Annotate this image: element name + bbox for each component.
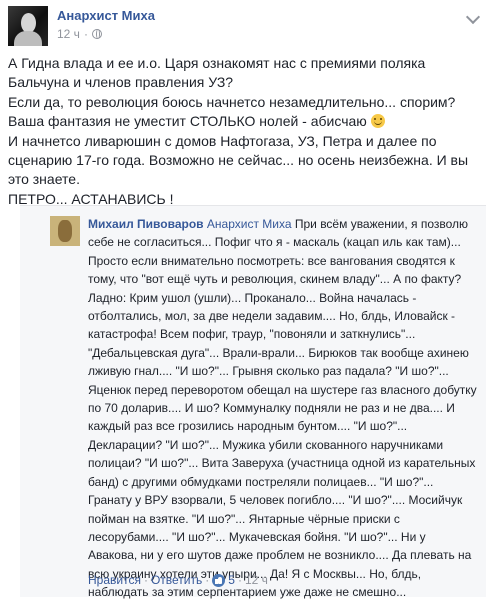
chevron-down-icon[interactable] [465,9,481,25]
comment-text: Михаил Пивоваров Анархист Миха При всём … [88,215,478,602]
post-line: Ваша фантазия не уместит СТОЛЬКО нолей -… [8,112,478,131]
comment-time[interactable]: 12 ч [245,573,268,587]
post-meta: 12 ч · [57,27,102,41]
comment-author[interactable]: Михаил Пивоваров [88,217,204,231]
post-header: Анархист Миха 12 ч · [8,6,481,48]
like-button[interactable]: Нравится [88,573,141,587]
commenter-avatar-figure [58,220,72,242]
comment-mention[interactable]: Анархист Миха [207,217,292,231]
commenter-avatar[interactable] [50,216,80,246]
like-count[interactable]: 5 [228,573,235,587]
post-body: А Гидна влада и ее и.о. Царя ознакомят н… [8,54,478,209]
avatar-body [14,31,42,46]
post-time[interactable]: 12 ч [57,27,80,41]
comment-section: Михаил Пивоваров Анархист Миха При всём … [20,205,486,599]
post-line: Если да, то революция боюсь начнетсо нез… [8,93,456,110]
comment-body: При всём уважении, я позволю себе не сог… [88,217,477,600]
avatar[interactable] [8,6,48,46]
post-line-text: Ваша фантазия не уместит СТОЛЬКО нолей -… [8,113,367,130]
post-line: А Гидна влада и ее и.о. Царя ознакомят н… [8,55,426,91]
smiley-icon [370,114,385,129]
avatar-face [21,13,36,33]
post-line: И начнетсо ливарюшин с домов Нафтогаза, … [8,132,469,188]
reply-button[interactable]: Ответить [151,573,202,587]
like-icon[interactable] [212,573,226,587]
globe-icon[interactable] [91,29,102,39]
post-author[interactable]: Анархист Миха [57,8,155,23]
comment-actions: Нравится · Ответить · 5 · 12 ч [88,573,268,587]
